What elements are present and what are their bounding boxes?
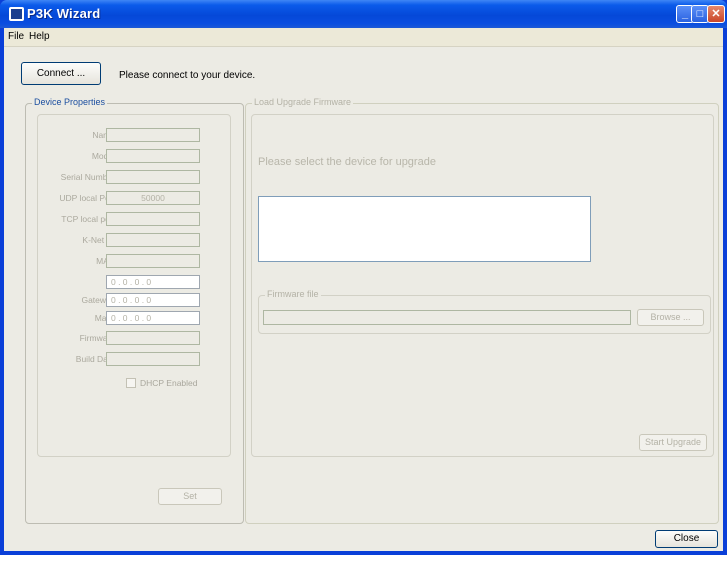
knet-id-field[interactable] — [106, 233, 200, 247]
client-area: File Help Connect ... Please connect to … — [4, 28, 723, 551]
ip-address-field[interactable]: 0 . 0 . 0 . 0 — [106, 275, 200, 289]
app-logo-icon — [9, 7, 24, 21]
mac-label: MAC — [35, 256, 115, 266]
set-button[interactable]: Set — [158, 488, 222, 505]
firmware-label: Firmware — [79, 333, 115, 343]
menu-help[interactable]: Help — [29, 31, 50, 42]
dhcp-label: DHCP Enabled — [140, 378, 198, 388]
name-label: Name — [92, 130, 115, 140]
device-properties-title: Device Properties — [32, 97, 108, 107]
dhcp-checkbox[interactable] — [126, 378, 136, 388]
menu-bar: File Help — [4, 28, 723, 47]
tcp-port-label: TCP local port — [61, 214, 115, 224]
gateway-field[interactable]: 0 . 0 . 0 . 0 — [106, 293, 200, 307]
firmware-path-field[interactable] — [263, 310, 631, 325]
upgrade-group-title: Load Upgrade Firmware — [252, 97, 354, 107]
connection-status: Please connect to your device. — [119, 70, 256, 81]
mac-field[interactable] — [106, 254, 200, 268]
udp-port-field[interactable]: 50000 — [106, 191, 200, 205]
menu-file[interactable]: File — [8, 31, 24, 42]
close-button[interactable]: Close — [655, 530, 718, 548]
connect-button[interactable]: Connect ... — [21, 62, 101, 85]
upgrade-group: Load Upgrade Firmware Please select the … — [245, 97, 719, 524]
app-window: P3K Wizard _ □ ✕ File Help Connect ... P… — [0, 0, 727, 555]
title-bar[interactable]: P3K Wizard _ □ ✕ — [0, 0, 727, 28]
build-date-field[interactable] — [106, 352, 200, 366]
device-list[interactable] — [258, 196, 591, 262]
firmware-file-group: Firmware file Browse ... — [258, 289, 711, 334]
name-field[interactable] — [106, 128, 200, 142]
upgrade-prompt: Please select the device for upgrade — [258, 156, 436, 168]
ip-label: IP — [35, 277, 115, 287]
tcp-port-field[interactable] — [106, 212, 200, 226]
window-title: P3K Wizard — [27, 6, 101, 21]
build-date-label: Build Date — [75, 354, 115, 364]
browse-button[interactable]: Browse ... — [637, 309, 704, 326]
serial-number-field[interactable] — [106, 170, 200, 184]
start-upgrade-button[interactable]: Start Upgrade — [639, 434, 707, 451]
udp-port-label: UDP local Port — [59, 193, 115, 203]
mask-label: Mask — [94, 313, 115, 323]
mask-field[interactable]: 0 . 0 . 0 . 0 — [106, 311, 200, 325]
properties-inner-panel: Name Model Serial Number UDP local Port … — [37, 114, 231, 457]
model-label: Model — [91, 151, 115, 161]
gateway-label: Gateway — [81, 295, 115, 305]
model-field[interactable] — [106, 149, 200, 163]
firmware-field[interactable] — [106, 331, 200, 345]
device-properties-group: Device Properties Name Model Serial Numb… — [25, 97, 244, 524]
serial-number-label: Serial Number — [60, 172, 115, 182]
close-window-button[interactable]: ✕ — [707, 5, 725, 23]
knet-id-label: K-Net ID — [82, 235, 115, 245]
upgrade-inner-panel: Please select the device for upgrade Fir… — [251, 114, 714, 457]
firmware-file-title: Firmware file — [265, 289, 321, 299]
